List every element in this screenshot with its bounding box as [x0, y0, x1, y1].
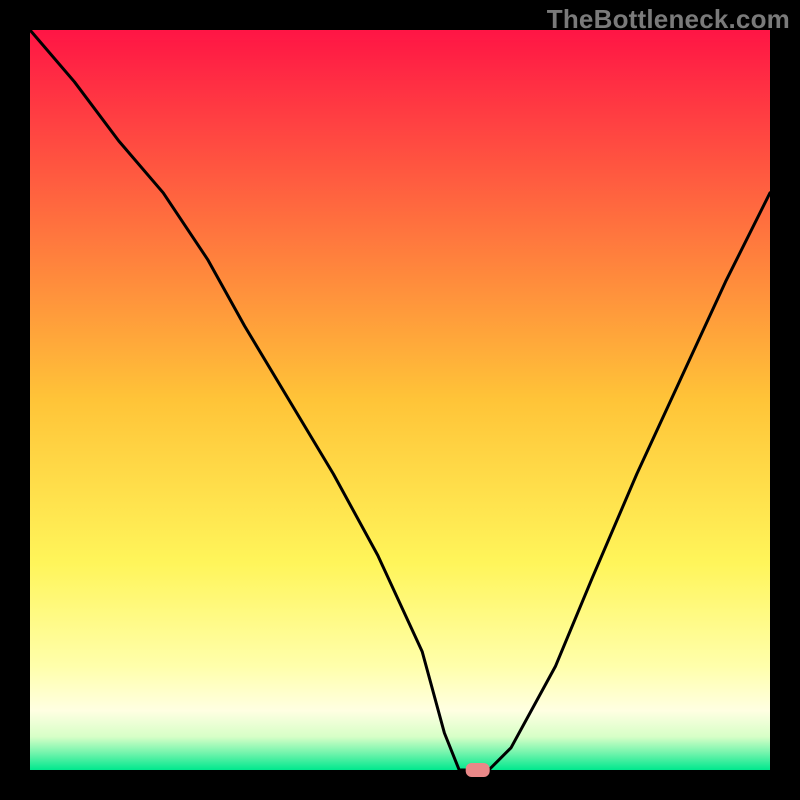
chart-svg — [0, 0, 800, 800]
chart-plot-area — [30, 30, 770, 770]
watermark-text: TheBottleneck.com — [547, 4, 790, 35]
bottleneck-chart: TheBottleneck.com — [0, 0, 800, 800]
min-marker — [466, 763, 490, 777]
